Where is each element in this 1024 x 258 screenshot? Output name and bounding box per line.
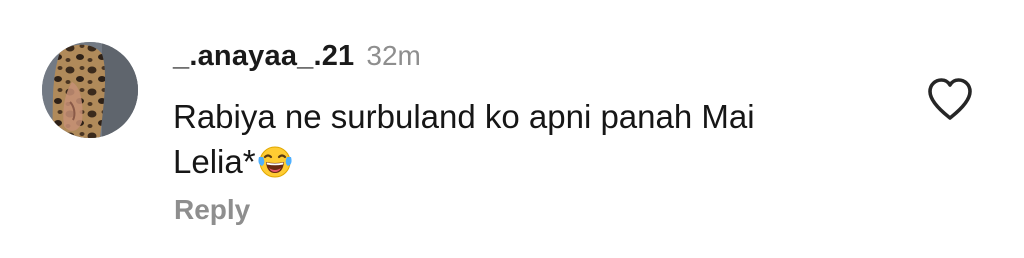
comment-text-line-2: Lelia* <box>173 143 256 180</box>
timestamp: 32m <box>366 40 421 71</box>
reply-button[interactable]: Reply <box>174 194 250 226</box>
comment-text-line-1: Rabiya ne surbuland ko apni panah Mai <box>173 98 755 135</box>
laughing-with-tears-emoji-icon <box>258 146 292 178</box>
username[interactable]: _.anayaa_.21 <box>173 40 354 73</box>
avatar-image <box>42 42 138 138</box>
like-button[interactable] <box>925 76 975 122</box>
comment-meta: _.anayaa_.21 32m <box>173 40 421 80</box>
comment-text-line-2-wrap: Lelia* <box>173 139 873 184</box>
heart-outline-icon <box>928 78 972 120</box>
comment-item: _.anayaa_.21 32m Rabiya ne surbuland ko … <box>0 0 1024 258</box>
comment-body: Rabiya ne surbuland ko apni panah Mai Le… <box>173 94 873 184</box>
avatar[interactable] <box>42 42 138 138</box>
